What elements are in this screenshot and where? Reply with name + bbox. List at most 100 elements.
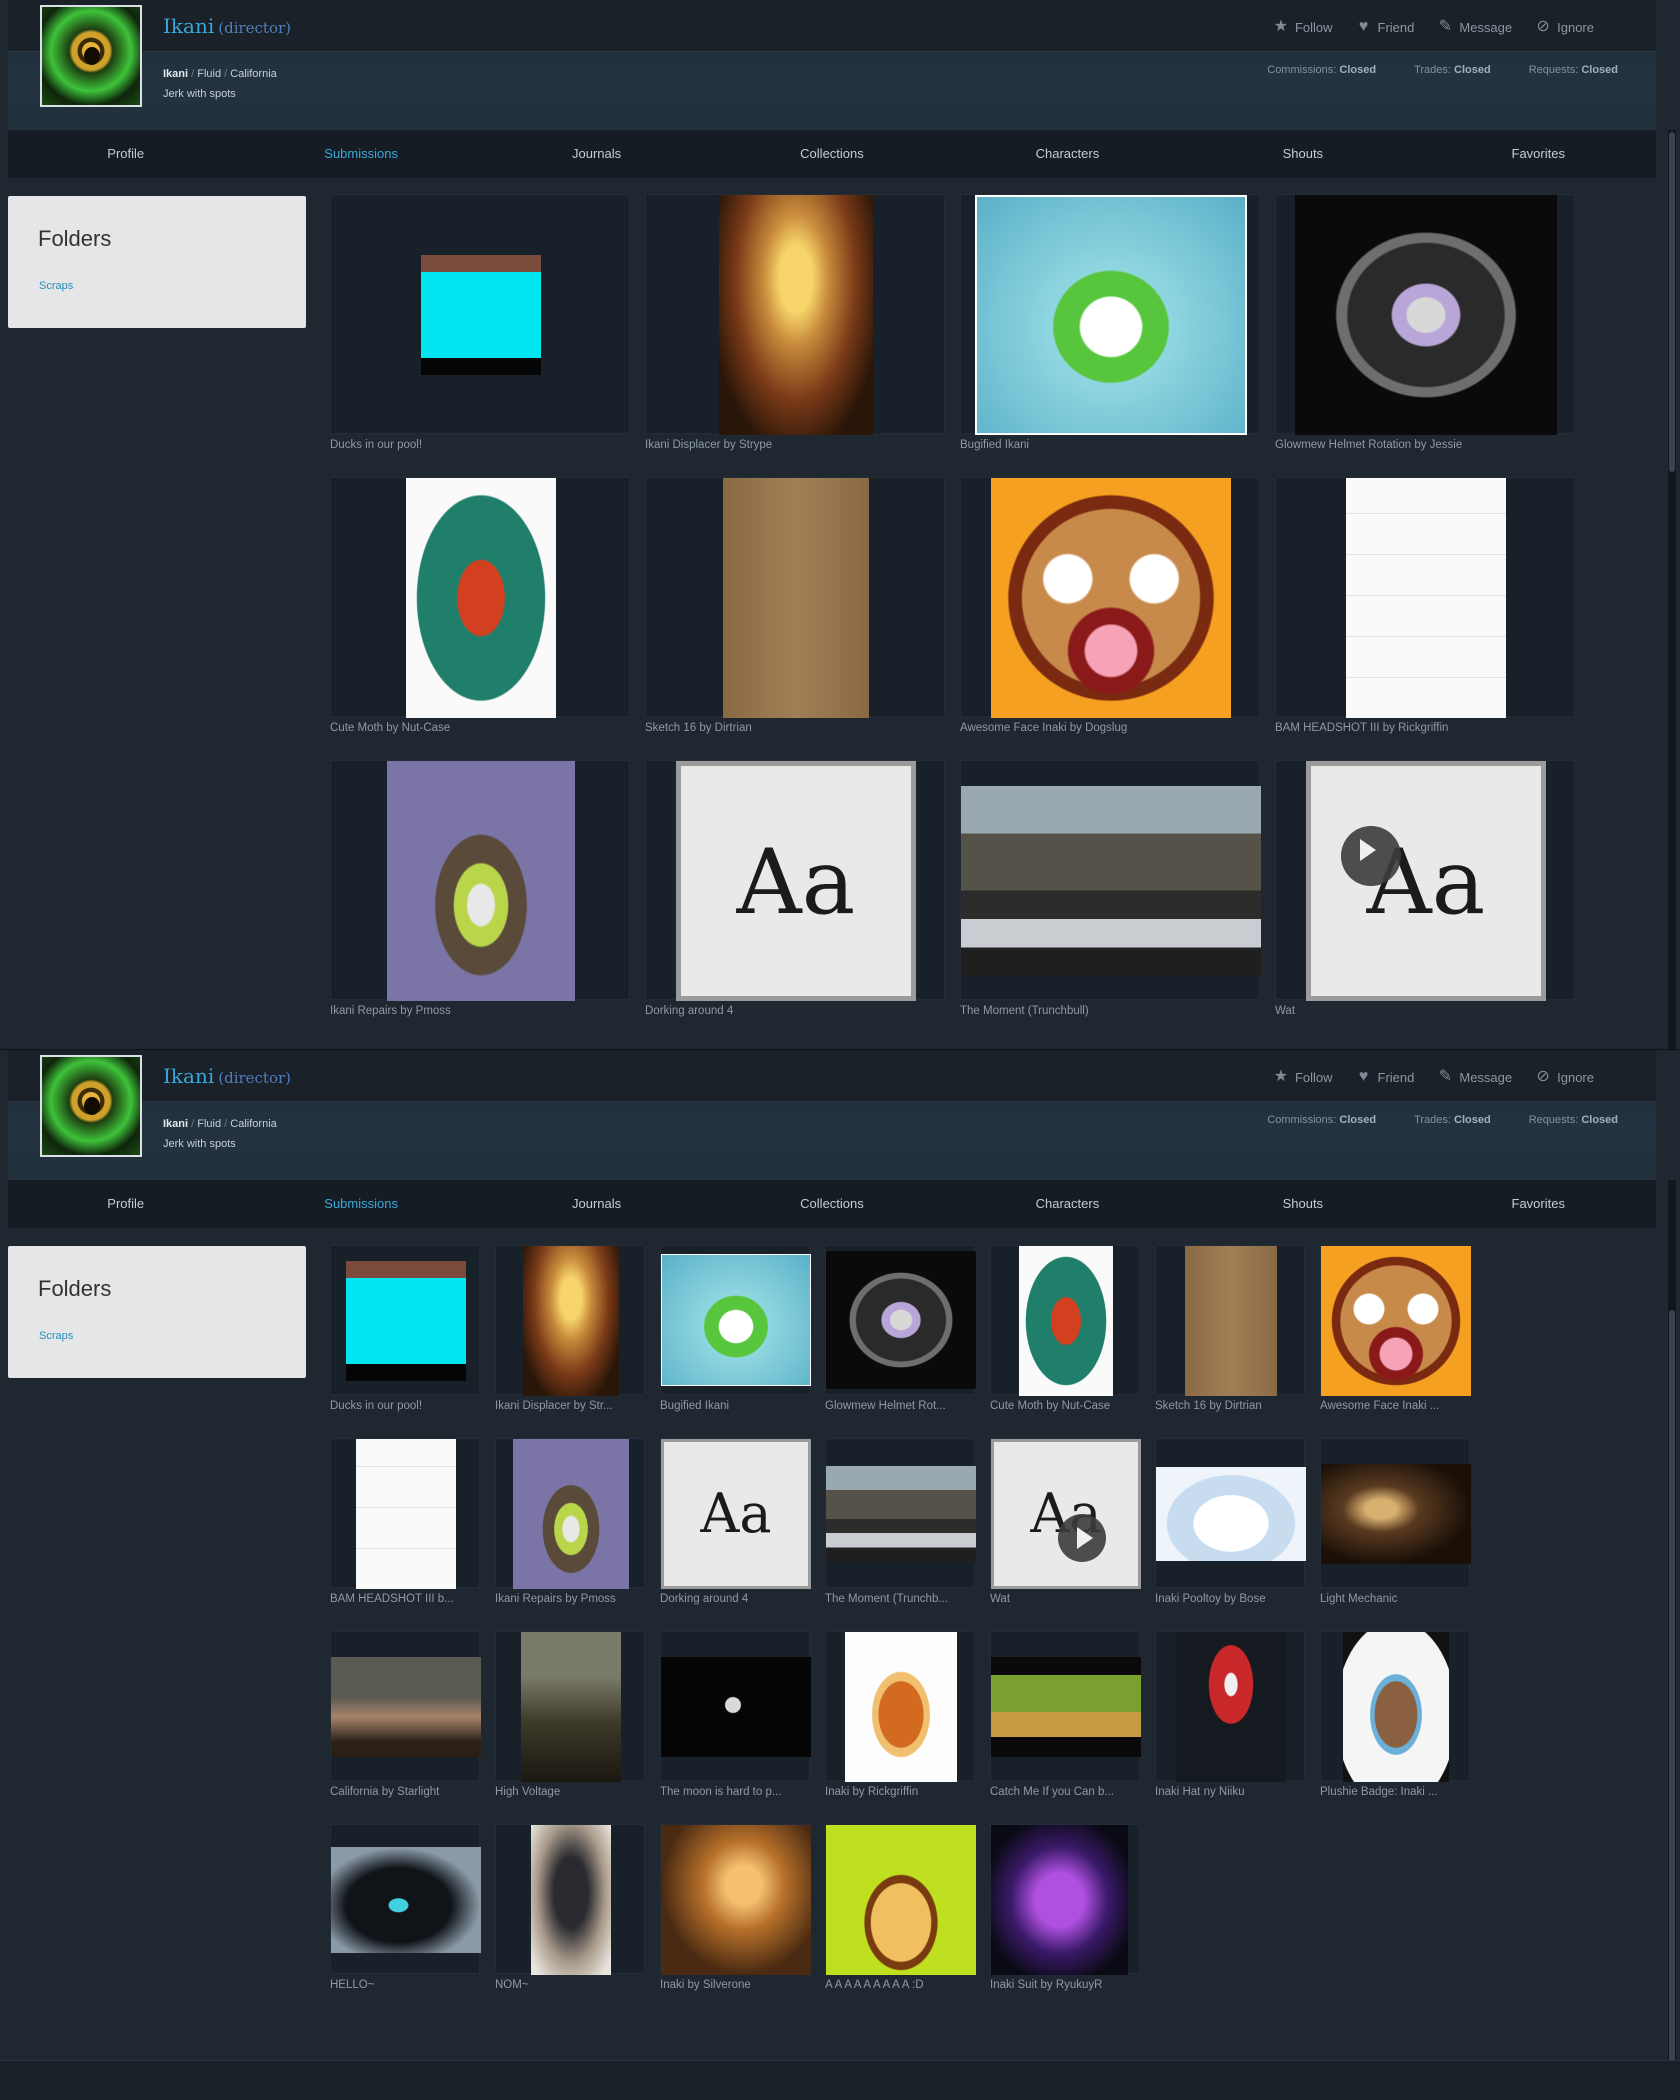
submission-title[interactable]: The Moment (Trunchb... [825, 1593, 975, 1605]
scrollbar[interactable] [1668, 1180, 1676, 2070]
tab-submissions[interactable]: Submissions [243, 1180, 478, 1228]
submission-thumbnail[interactable]: Aa [661, 1439, 811, 1589]
tab-profile[interactable]: Profile [8, 1180, 243, 1228]
tab-shouts[interactable]: Shouts [1185, 1180, 1420, 1228]
submission-thumbnail[interactable] [719, 195, 873, 435]
submission-title[interactable]: Ducks in our pool! [330, 1400, 480, 1412]
submission-tile[interactable]: Sketch 16 by Dirtrian [1155, 1245, 1305, 1438]
submission-title[interactable]: NOM~ [495, 1979, 645, 1991]
play-icon[interactable] [1058, 1514, 1106, 1562]
play-icon[interactable] [1341, 826, 1401, 886]
submission-thumbnail[interactable] [1019, 1246, 1113, 1396]
friend-button[interactable]: ♥ Friend [1355, 1068, 1415, 1086]
submission-thumbnail[interactable]: Aa [991, 1439, 1141, 1589]
submission-thumbnail[interactable] [421, 255, 541, 375]
submission-thumbnail[interactable] [331, 1847, 481, 1953]
submission-tile[interactable]: Bugified Ikani [960, 194, 1260, 477]
submission-title[interactable]: Awesome Face Inaki ... [1320, 1400, 1470, 1412]
submission-tile[interactable]: Inaki by Silverone [660, 1824, 811, 2017]
submission-thumbnail[interactable] [991, 1657, 1141, 1757]
submission-title[interactable]: BAM HEADSHOT III b... [330, 1593, 480, 1605]
tab-characters[interactable]: Characters [950, 130, 1185, 178]
submission-title[interactable]: The Moment (Trunchbull) [960, 1005, 1260, 1017]
username-text[interactable]: Ikani [163, 1064, 214, 1088]
submission-title[interactable]: Sketch 16 by Dirtrian [1155, 1400, 1305, 1412]
submission-tile[interactable]: Awesome Face Inaki ... [1320, 1245, 1471, 1438]
submission-tile[interactable]: Cute Moth by Nut-Case [330, 477, 630, 760]
ignore-button[interactable]: ⊘ Ignore [1534, 1068, 1594, 1086]
submission-thumbnail[interactable] [346, 1261, 466, 1381]
submission-tile[interactable]: Aa Wat [990, 1438, 1141, 1631]
follow-button[interactable]: ★ Follow [1272, 18, 1333, 36]
submission-title[interactable]: Bugified Ikani [660, 1400, 810, 1412]
submission-thumbnail[interactable] [1176, 1632, 1286, 1782]
submission-tile[interactable]: HELLO~ [330, 1824, 481, 2017]
submission-title[interactable]: Wat [990, 1593, 1140, 1605]
submission-tile[interactable]: Inaki Pooltoy by Bose [1155, 1438, 1306, 1631]
submission-title[interactable]: Inaki Hat ny Niiku [1155, 1786, 1305, 1798]
submission-thumbnail[interactable]: Aa [676, 761, 916, 1001]
submission-tile[interactable]: BAM HEADSHOT III b... [330, 1438, 480, 1631]
submission-title[interactable]: The moon is hard to p... [660, 1786, 810, 1798]
submission-thumbnail[interactable] [961, 786, 1261, 976]
message-button[interactable]: ✎ Message [1436, 1068, 1512, 1086]
submission-thumbnail[interactable] [406, 478, 556, 718]
submission-title[interactable]: Dorking around 4 [660, 1593, 810, 1605]
submission-title[interactable]: Sketch 16 by Dirtrian [645, 722, 945, 734]
submission-tile[interactable]: Inaki Suit by RyukuyR [990, 1824, 1140, 2017]
submission-tile[interactable]: Inaki by Rickgriffin [825, 1631, 975, 1824]
folder-link-scraps[interactable]: Scraps [39, 280, 73, 292]
submission-title[interactable]: Catch Me If you Can b... [990, 1786, 1140, 1798]
submission-tile[interactable]: Catch Me If you Can b... [990, 1631, 1141, 1824]
submission-tile[interactable]: The moon is hard to p... [660, 1631, 811, 1824]
submission-title[interactable]: A A A A A A A A A :D [825, 1979, 975, 1991]
submission-title[interactable]: Wat [1275, 1005, 1575, 1017]
submission-thumbnail[interactable] [1321, 1246, 1471, 1396]
submission-thumbnail[interactable] [1346, 478, 1506, 718]
submission-tile[interactable]: The Moment (Trunchb... [825, 1438, 976, 1631]
scrollbar-thumb[interactable] [1669, 1310, 1675, 2070]
submission-title[interactable]: Glowmew Helmet Rotation by Jessie [1275, 439, 1575, 451]
submission-tile[interactable]: NOM~ [495, 1824, 645, 2017]
submission-title[interactable]: Inaki by Rickgriffin [825, 1786, 975, 1798]
submission-tile[interactable]: Aa Wat [1275, 760, 1575, 1043]
submission-thumbnail[interactable] [991, 478, 1231, 718]
submission-tile[interactable]: Ducks in our pool! [330, 194, 630, 477]
scrollbar-thumb[interactable] [1669, 132, 1675, 472]
submission-tile[interactable]: Ikani Displacer by Strype [645, 194, 945, 477]
submission-thumbnail[interactable] [661, 1825, 811, 1975]
submission-title[interactable]: Cute Moth by Nut-Case [330, 722, 630, 734]
tab-collections[interactable]: Collections [714, 130, 949, 178]
submission-title[interactable]: Inaki Pooltoy by Bose [1155, 1593, 1305, 1605]
tab-characters[interactable]: Characters [950, 1180, 1185, 1228]
submission-thumbnail[interactable] [331, 1657, 481, 1757]
submission-tile[interactable]: The Moment (Trunchbull) [960, 760, 1261, 1043]
submission-tile[interactable]: Aa Dorking around 4 [660, 1438, 811, 1631]
submission-title[interactable]: Bugified Ikani [960, 439, 1260, 451]
submission-thumbnail[interactable] [826, 1251, 976, 1389]
follow-button[interactable]: ★ Follow [1272, 1068, 1333, 1086]
submission-tile[interactable]: Ikani Displacer by Str... [495, 1245, 645, 1438]
submission-title[interactable]: HELLO~ [330, 1979, 480, 1991]
submission-tile[interactable]: Aa Dorking around 4 [645, 760, 945, 1043]
submission-thumbnail[interactable] [1343, 1632, 1449, 1782]
submission-title[interactable]: Dorking around 4 [645, 1005, 945, 1017]
submission-tile[interactable]: Inaki Hat ny Niiku [1155, 1631, 1305, 1824]
submission-tile[interactable]: Cute Moth by Nut-Case [990, 1245, 1140, 1438]
submission-thumbnail[interactable] [661, 1657, 811, 1757]
submission-title[interactable]: Inaki Suit by RyukuyR [990, 1979, 1140, 1991]
avatar[interactable] [40, 5, 142, 107]
submission-thumbnail[interactable] [826, 1825, 976, 1975]
avatar[interactable] [40, 1055, 142, 1157]
folder-link-scraps[interactable]: Scraps [39, 1330, 73, 1342]
submission-thumbnail[interactable] [356, 1439, 456, 1589]
submission-tile[interactable]: California by Starlight [330, 1631, 481, 1824]
submission-tile[interactable]: Glowmew Helmet Rot... [825, 1245, 976, 1438]
submission-tile[interactable]: Ikani Repairs by Pmoss [330, 760, 630, 1043]
submission-title[interactable]: Light Mechanic [1320, 1593, 1470, 1605]
submission-title[interactable]: Ikani Repairs by Pmoss [495, 1593, 645, 1605]
submission-thumbnail[interactable] [1321, 1464, 1471, 1564]
submission-thumbnail[interactable] [1185, 1246, 1277, 1396]
tab-journals[interactable]: Journals [479, 1180, 714, 1228]
submission-tile[interactable]: BAM HEADSHOT III by Rickgriffin [1275, 477, 1575, 760]
